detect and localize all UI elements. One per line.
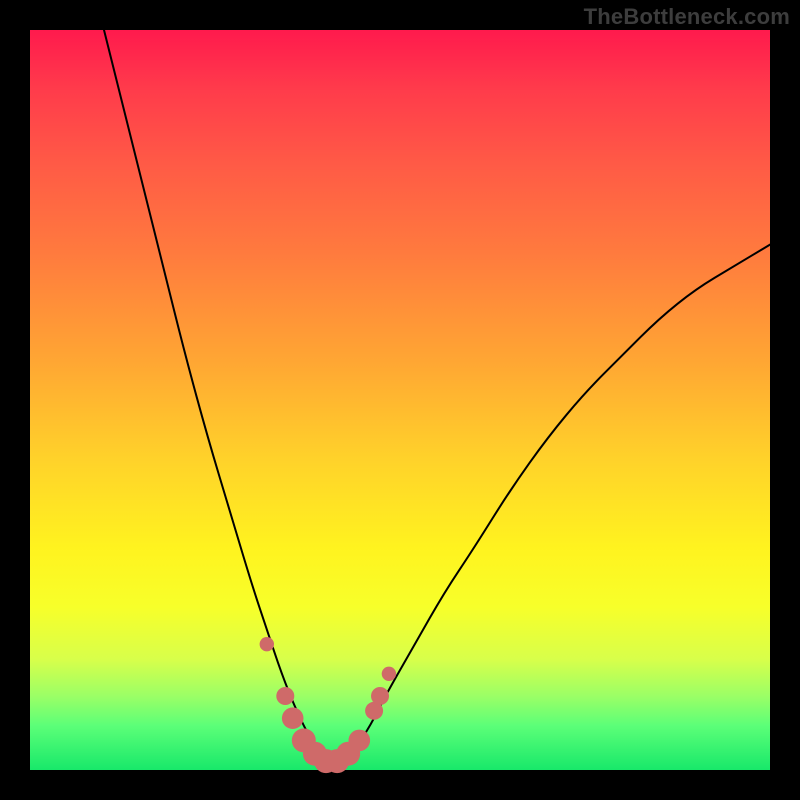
- optimal-marker: [382, 667, 396, 681]
- bottleneck-curve: [104, 30, 770, 763]
- optimal-marker: [282, 707, 304, 729]
- optimal-marker: [371, 687, 389, 705]
- chart-frame: TheBottleneck.com: [0, 0, 800, 800]
- plot-area: [30, 30, 770, 770]
- optimal-marker: [260, 637, 274, 651]
- optimal-marker: [349, 730, 371, 752]
- bottleneck-curve-svg: [30, 30, 770, 770]
- watermark-text: TheBottleneck.com: [584, 4, 790, 30]
- optimal-markers: [260, 637, 396, 773]
- optimal-marker: [276, 687, 294, 705]
